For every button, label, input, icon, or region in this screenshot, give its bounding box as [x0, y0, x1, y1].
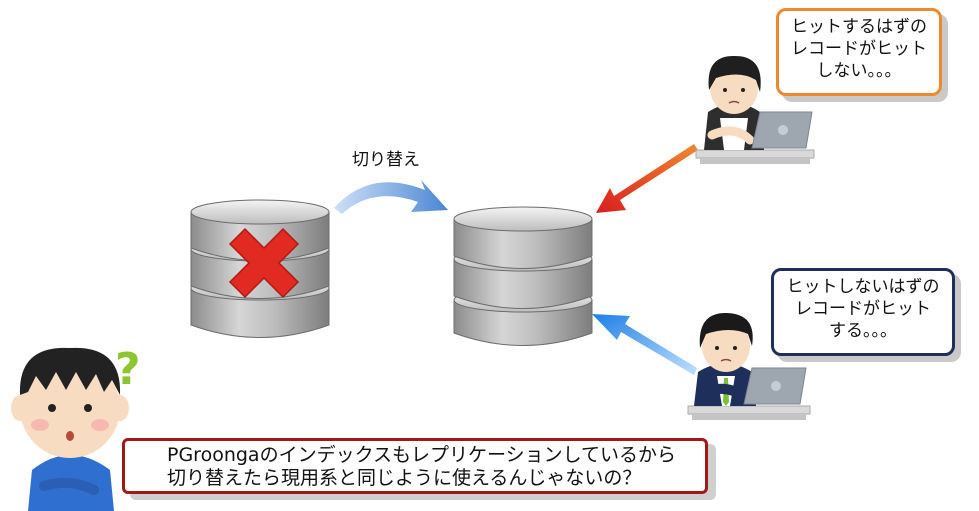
database-standby [453, 206, 593, 346]
db-disk [453, 206, 593, 269]
speech-bubble-bottom: PGroongaのインデックスもレプリケーションしているから 切り替えたら現用系… [122, 438, 708, 494]
speech-bubble-middle: ヒットしないはずの レコードがヒット する。。。 [771, 268, 955, 356]
bubble-line: レコードがヒット [795, 299, 931, 319]
speech-bubble-top: ヒットするはずの レコードがヒット しない。。。 [776, 8, 942, 96]
switch-arrow [334, 180, 448, 214]
confused-boy-illustration [11, 347, 129, 511]
bubble-line: しない。。。 [816, 61, 902, 81]
red-arrow [596, 144, 698, 213]
bubble-line: レコードがヒット [791, 39, 927, 59]
bubble-line: 切り替えたら現用系と同じように使えるんじゃないの？ [167, 467, 642, 489]
bubble-line: ヒットしないはずの [786, 277, 940, 297]
bubble-line: する。。。 [829, 321, 897, 341]
switch-label: 切り替え [352, 150, 420, 170]
bubble-line: PGroongaのインデックスもレプリケーションしているから [167, 444, 677, 466]
bubble-line: ヒットするはずの [791, 17, 927, 37]
blue-arrow [592, 314, 697, 375]
question-mark-icon: ? [115, 344, 141, 395]
